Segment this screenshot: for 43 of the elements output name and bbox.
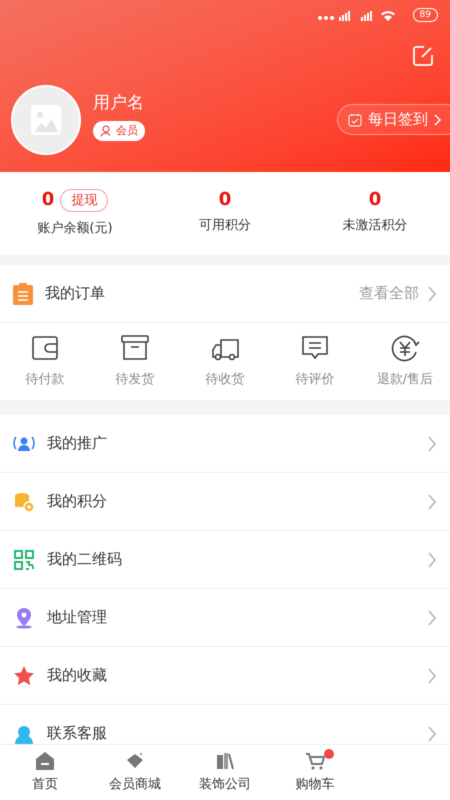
chevron-right-icon [427,608,437,626]
tab[interactable]: 会员商城 [90,745,180,800]
menu-item[interactable]: 我的推广 [0,415,450,473]
calendar-icon [348,112,362,126]
order-status-item[interactable]: 待付款 [0,333,90,390]
order-status-item[interactable]: 待发货 [90,333,180,390]
stat-label: 未激活积分 [342,217,408,236]
order-status-item[interactable]: 待收货 [180,333,270,390]
image-placeholder-icon [31,105,61,135]
menu-item[interactable]: 我的积分 [0,473,450,531]
cart-icon [305,750,325,771]
battery-level: 89 [412,8,438,22]
chevron-right-icon [427,492,437,510]
stat-value: 0 [42,191,54,210]
user-icon [100,124,112,137]
chevron-right-icon [427,550,437,568]
chevron-right-icon [427,284,437,302]
stat-value: 0 [218,191,232,210]
home-icon [35,750,55,771]
order-status-item[interactable]: 退款/售后 [360,333,450,390]
clipboard-icon [13,282,33,304]
stat-label: 账户余额(元) [37,220,113,238]
building-icon [215,750,235,771]
menu-item[interactable]: 我的收藏 [0,647,450,705]
orders-title: 我的订单 [45,283,106,304]
edit-icon[interactable] [412,45,434,67]
chevron-right-icon [427,666,437,684]
chevron-right-icon [427,434,437,452]
withdraw-button[interactable]: 提现 [60,188,108,212]
member-badge: 会员 [93,120,145,141]
tab[interactable]: 装饰公司 [180,745,270,800]
menu-item[interactable]: 地址管理 [0,589,450,647]
stat-label: 可用积分 [199,217,251,236]
chevron-right-icon [427,724,437,742]
tab[interactable]: 首页 [0,745,90,800]
tab[interactable]: 购物车 [270,745,360,800]
yen-refund-icon [390,333,420,364]
menu-item[interactable]: 我的二维码 [0,531,450,589]
chevron-right-icon [434,114,441,126]
username: 用户名 [93,92,145,116]
tag-icon [125,750,145,771]
stat-value: 0 [368,191,382,210]
order-status-item[interactable]: 待评价 [270,333,360,390]
